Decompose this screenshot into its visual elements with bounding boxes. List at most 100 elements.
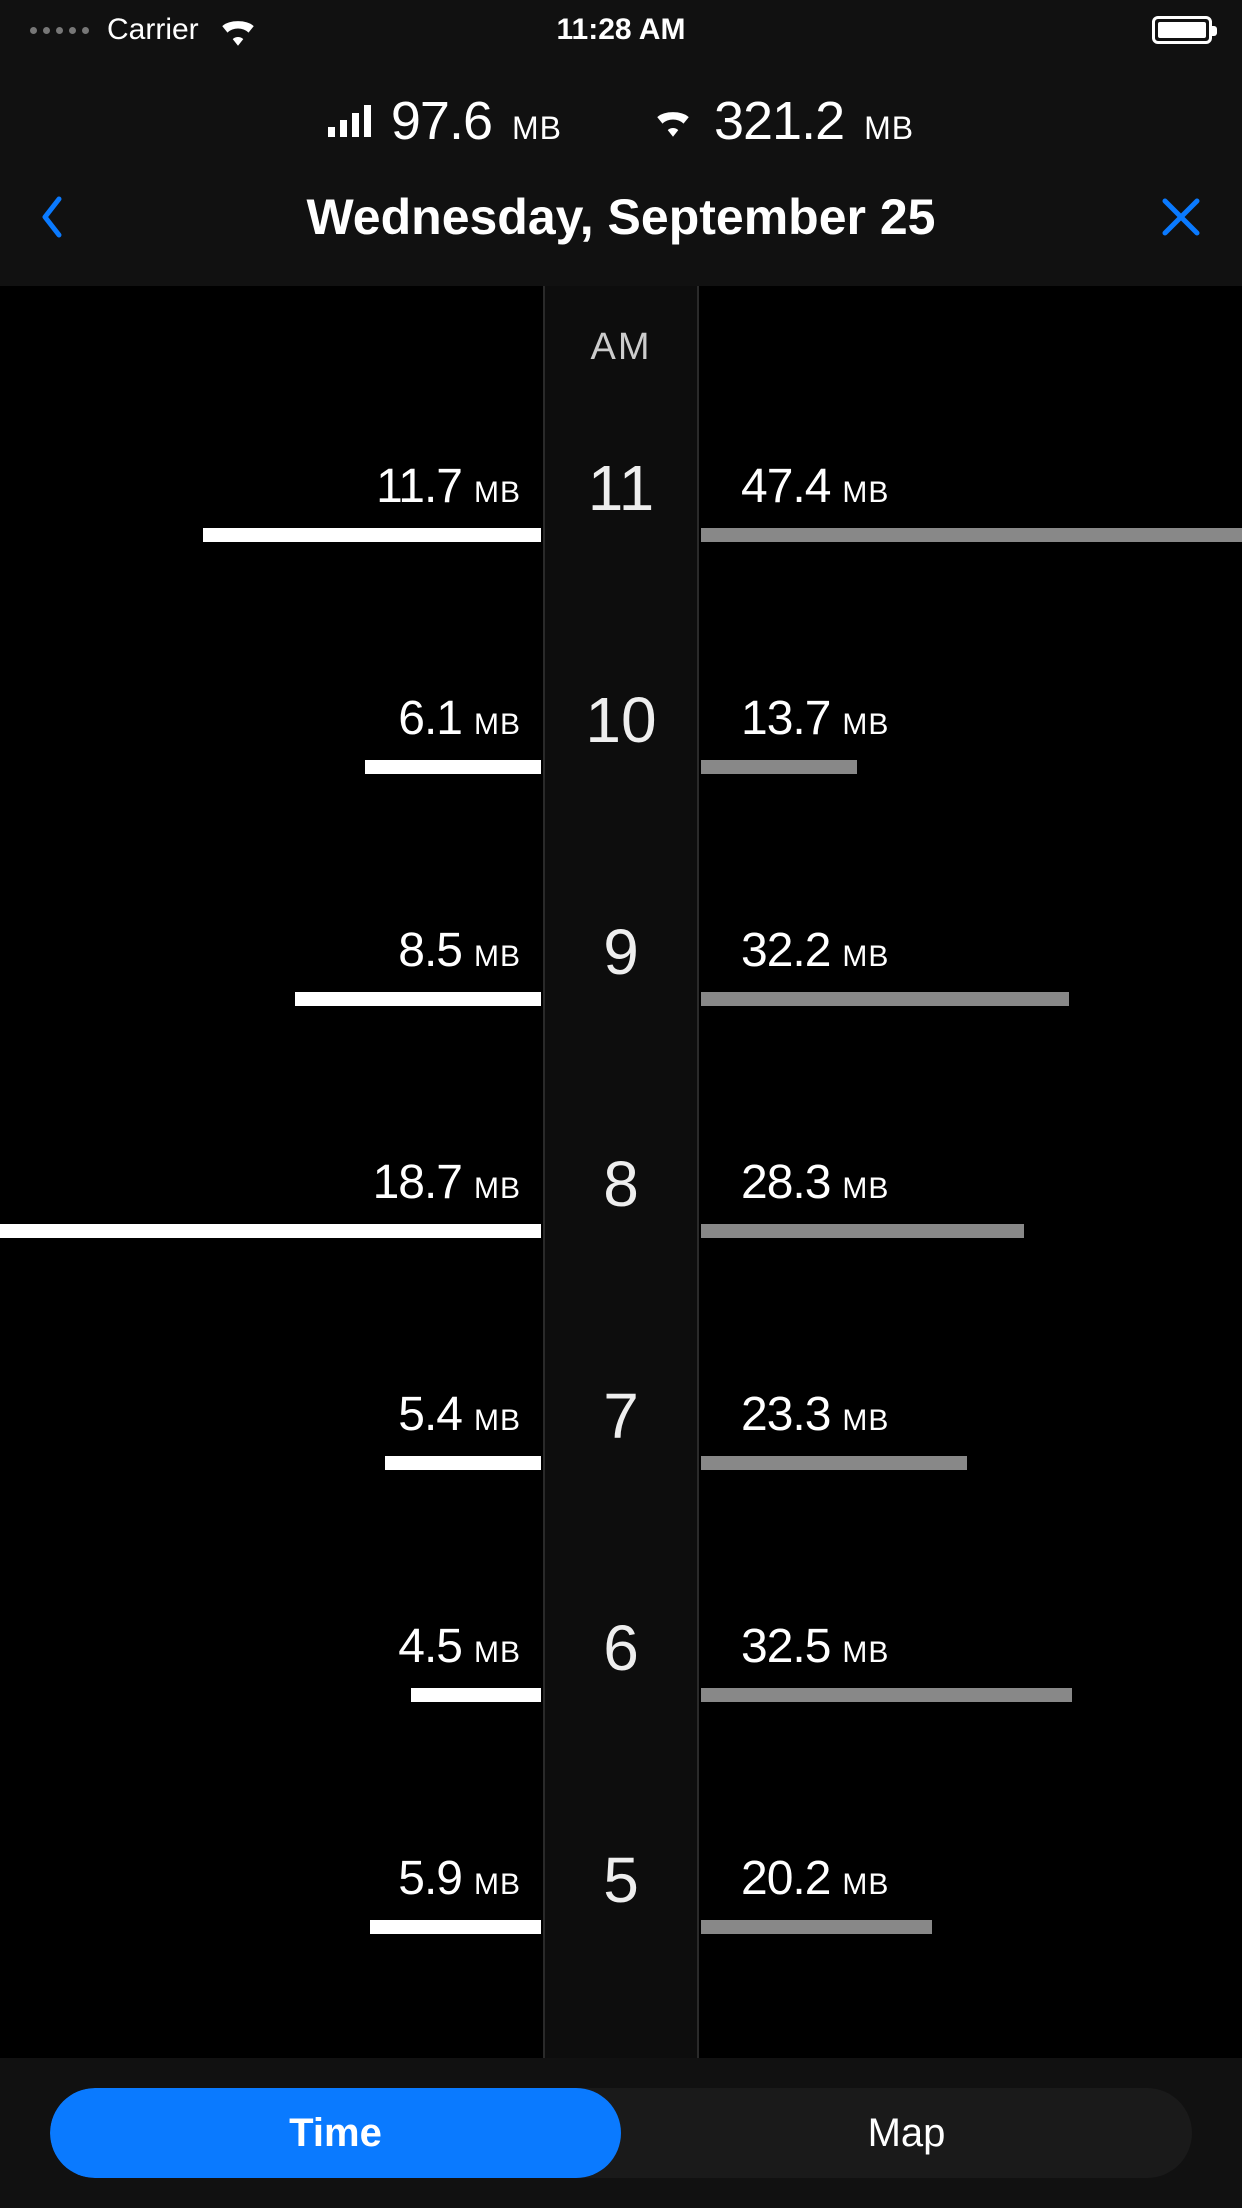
cellular-row-unit: MB [474,1404,521,1438]
close-icon [1160,196,1202,238]
wifi-bar [701,760,857,774]
hour-label: 8 [603,1147,639,1221]
wifi-icon [217,14,259,46]
wifi-side: 32.5 MB [701,1571,1242,1803]
cellular-bar [370,1920,541,1934]
cellular-row-unit: MB [474,476,521,510]
status-bar: Carrier 11:28 AM [0,0,1242,60]
back-button[interactable] [40,196,100,238]
wifi-row-unit: MB [842,1404,889,1438]
cellular-value: 97.6 [391,90,492,152]
cellular-row-unit: MB [474,1172,521,1206]
cellular-row-unit: MB [474,940,521,974]
wifi-side: 23.3 MB [701,1339,1242,1571]
cellular-row-value: 6.1 [398,691,462,746]
cellular-row-value: 4.5 [398,1619,462,1674]
wifi-row-unit: MB [842,940,889,974]
wifi-row-value: 13.7 [741,691,830,746]
wifi-bar [701,1920,932,1934]
battery-icon [1152,16,1212,44]
view-segmented-control: Time Map [50,2088,1192,2178]
cellular-side: 4.5 MB [0,1571,541,1803]
tab-map-label: Map [868,2111,946,2156]
wifi-side: 28.3 MB [701,1107,1242,1339]
cellular-row-value: 11.7 [376,459,462,514]
chart-row: 11 11.7 MB 47.4 MB [0,411,1242,643]
chart-row: 9 8.5 MB 32.2 MB [0,875,1242,1107]
wifi-row-value: 47.4 [741,459,830,514]
cellular-bar [365,760,541,774]
wifi-side: 20.2 MB [701,1803,1242,2035]
tab-map[interactable]: Map [621,2088,1192,2178]
chart-row: 8 18.7 MB 28.3 MB [0,1107,1242,1339]
cellular-side: 5.9 MB [0,1803,541,2035]
hour-label: 10 [585,683,656,757]
wifi-side: 47.4 MB [701,411,1242,643]
cellular-summary: 97.6 MB [328,90,562,152]
carrier-label: Carrier [107,13,199,47]
close-button[interactable] [1142,196,1202,238]
chart-row: 5 5.9 MB 20.2 MB [0,1803,1242,2035]
header: 97.6 MB 321.2 MB Wednesday, September 25 [0,60,1242,286]
chart-row: 10 6.1 MB 13.7 MB [0,643,1242,875]
cellular-bar [295,992,541,1006]
cellular-row-value: 5.4 [398,1387,462,1442]
cellular-icon [328,105,371,137]
wifi-bar [701,528,1242,542]
chevron-left-icon [40,196,62,238]
cellular-row-unit: MB [474,708,521,742]
nav-row: Wednesday, September 25 [0,188,1242,266]
wifi-side: 13.7 MB [701,643,1242,875]
page-title: Wednesday, September 25 [100,188,1142,246]
cellular-row-unit: MB [474,1636,521,1670]
wifi-row-unit: MB [842,708,889,742]
cellular-bar [411,1688,541,1702]
cellular-unit: MB [512,110,562,147]
cellular-row-unit: MB [474,1868,521,1902]
wifi-row-value: 20.2 [741,1851,830,1906]
wifi-row-unit: MB [842,1868,889,1902]
cellular-row-value: 8.5 [398,923,462,978]
cellular-bar [203,528,541,542]
tab-time-label: Time [289,2111,382,2156]
hour-label: 7 [603,1379,639,1453]
chart-row: 64.5MB32.5MB [0,1571,1242,1803]
signal-dots-icon [30,27,89,34]
wifi-row-value: 23.3 [741,1387,830,1442]
wifi-row-value: 32.2 [741,923,830,978]
wifi-value: 321.2 [714,90,844,152]
hour-label: 11 [588,451,654,525]
wifi-side: 32.2 MB [701,875,1242,1107]
cellular-side: 5.4 MB [0,1339,541,1571]
cellular-side: 11.7 MB [0,411,541,643]
cellular-bar [0,1224,541,1238]
wifi-row-unit: MB [842,1172,889,1206]
wifi-row-value: 32.5 [741,1619,830,1674]
cellular-bar [385,1456,541,1470]
cellular-row-value: 5.9 [398,1851,462,1906]
wifi-bar [701,1688,1072,1702]
bottom-bar: Time Map [0,2058,1242,2208]
tab-time[interactable]: Time [50,2088,621,2178]
hour-label: 5 [603,1843,639,1917]
wifi-summary: 321.2 MB [652,90,914,152]
wifi-row-value: 28.3 [741,1155,830,1210]
summary-row: 97.6 MB 321.2 MB [0,60,1242,188]
wifi-bar [701,1456,967,1470]
wifi-bar [701,992,1069,1006]
wifi-unit: MB [864,110,914,147]
status-left: Carrier [30,13,424,47]
status-time: 11:28 AM [424,13,818,47]
cellular-side: 6.1 MB [0,643,541,875]
wifi-bar [701,1224,1024,1238]
cellular-row-value: 18.7 [373,1155,462,1210]
cellular-side: 8.5 MB [0,875,541,1107]
hourly-chart[interactable]: AM 1111.7MB47.4MB106.1MB13.7MB98.5MB32.2… [0,286,1242,2146]
status-right [818,16,1212,44]
hour-label: 9 [603,915,639,989]
wifi-icon [652,105,694,137]
wifi-row-unit: MB [842,476,889,510]
cellular-side: 18.7 MB [0,1107,541,1339]
chart-rows: 1111.7MB47.4MB106.1MB13.7MB98.5MB32.2MB8… [0,411,1242,2146]
wifi-row-unit: MB [842,1636,889,1670]
